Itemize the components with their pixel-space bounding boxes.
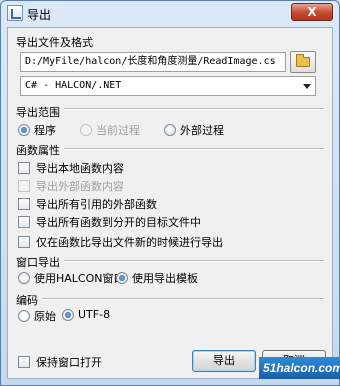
window-title: 导出	[27, 8, 52, 22]
export-dialog: 导出 X 导出文件及格式 D:/MyFile/halcon/长度和角度测量/Re…	[0, 0, 340, 386]
checkbox-box[interactable]	[18, 216, 30, 228]
keep-window-open-checkbox[interactable]: 保持窗口打开	[18, 354, 102, 370]
use-halcon-window-radio[interactable]: 使用HALCON窗口	[18, 270, 125, 286]
site-watermark: 51halcon.com	[259, 357, 340, 379]
keep-window-open-label: 保持窗口打开	[36, 356, 102, 369]
radio-indicator[interactable]	[62, 308, 74, 321]
export-separate-files-label: 导出所有函数到分开的目标文件中	[36, 216, 201, 229]
function-properties-label: 函数属性	[16, 142, 64, 158]
scope-current-procedure-radio: 当前过程	[80, 122, 140, 138]
encoding-original-label: 原始	[34, 310, 56, 323]
scope-program-radio[interactable]: 程序	[18, 122, 56, 138]
title-bar[interactable]: 导出 X	[1, 1, 339, 27]
use-export-template-label: 使用导出模板	[132, 272, 198, 285]
radio-indicator[interactable]	[164, 124, 176, 136]
radio-indicator	[80, 124, 92, 136]
use-export-template-radio[interactable]: 使用导出模板	[116, 270, 198, 286]
export-file-label: 导出文件及格式	[16, 36, 93, 49]
checkbox-box[interactable]	[18, 198, 30, 210]
scope-current-procedure-label: 当前过程	[96, 124, 140, 137]
use-halcon-window-label: 使用HALCON窗口	[34, 272, 125, 285]
separator	[16, 298, 324, 300]
export-scope-label: 导出范围	[16, 104, 64, 120]
scope-program-label: 程序	[34, 124, 56, 137]
checkbox-box[interactable]	[18, 356, 30, 368]
export-button[interactable]: 导出	[192, 350, 256, 372]
radio-indicator[interactable]	[18, 272, 30, 284]
export-if-newer-checkbox[interactable]: 仅在函数比导出文件新的时候进行导出	[18, 234, 223, 250]
export-referenced-functions-checkbox[interactable]: 导出所有引用的外部函数	[18, 196, 157, 212]
encoding-label: 编码	[16, 292, 42, 308]
format-select-value: C# - HALCON/.NET	[25, 80, 122, 91]
export-referenced-functions-label: 导出所有引用的外部函数	[36, 198, 157, 211]
export-separate-files-checkbox[interactable]: 导出所有函数到分开的目标文件中	[18, 214, 201, 230]
export-local-functions-checkbox[interactable]: 导出本地函数内容	[18, 160, 124, 176]
close-button[interactable]: X	[291, 3, 333, 21]
export-external-functions-label: 导出外部函数内容	[36, 180, 124, 193]
export-if-newer-label: 仅在函数比导出文件新的时候进行导出	[36, 236, 223, 249]
checkbox-box[interactable]	[18, 236, 30, 248]
window-export-label: 窗口导出	[16, 254, 64, 270]
encoding-utf8-radio[interactable]: UTF-8	[62, 308, 110, 321]
folder-icon	[296, 54, 310, 67]
dialog-body: 导出文件及格式 D:/MyFile/halcon/长度和角度测量/ReadIma…	[7, 27, 333, 379]
chevron-down-icon	[303, 84, 311, 89]
encoding-original-radio[interactable]: 原始	[18, 308, 56, 324]
radio-indicator[interactable]	[18, 310, 30, 322]
checkbox-box	[18, 180, 30, 192]
export-local-functions-label: 导出本地函数内容	[36, 162, 124, 175]
encoding-utf8-label: UTF-8	[78, 308, 111, 321]
browse-button[interactable]	[290, 51, 316, 73]
checkbox-box[interactable]	[18, 162, 30, 174]
export-external-functions-checkbox: 导出外部函数内容	[18, 178, 124, 194]
file-path-input[interactable]: D:/MyFile/halcon/长度和角度测量/ReadImage.cs	[20, 52, 286, 72]
app-icon	[7, 5, 23, 21]
radio-indicator[interactable]	[18, 124, 30, 136]
format-select[interactable]: C# - HALCON/.NET	[20, 76, 316, 96]
scope-external-procedure-label: 外部过程	[180, 124, 224, 137]
scope-external-procedure-radio[interactable]: 外部过程	[164, 122, 224, 138]
radio-indicator[interactable]	[116, 272, 128, 284]
